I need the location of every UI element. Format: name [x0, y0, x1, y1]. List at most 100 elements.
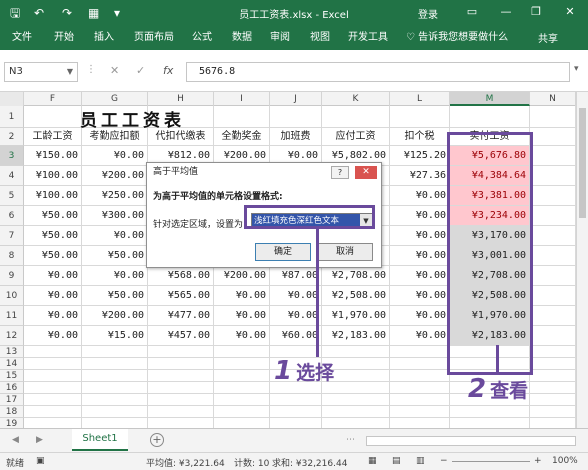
sheet-next-icon[interactable]: ▶ — [36, 435, 43, 445]
column-title-cell[interactable]: 应付工资 — [322, 128, 390, 146]
cell[interactable]: ¥2,508.00 — [322, 286, 390, 306]
column-title-cell[interactable]: 加班费 — [270, 128, 322, 146]
cell[interactable] — [530, 358, 576, 370]
cell[interactable] — [82, 394, 148, 406]
cell[interactable] — [530, 326, 576, 346]
cell[interactable] — [270, 406, 322, 418]
cell[interactable]: ¥0.00 — [82, 226, 148, 246]
cell[interactable]: ¥250.00 — [82, 186, 148, 206]
column-header-g[interactable]: G — [82, 92, 148, 106]
cell[interactable] — [214, 346, 270, 358]
cell[interactable] — [214, 406, 270, 418]
cell[interactable]: ¥150.00 — [24, 146, 82, 166]
cell[interactable] — [148, 394, 214, 406]
row-header-1[interactable]: 1 — [0, 106, 24, 128]
cell[interactable] — [82, 370, 148, 382]
cell[interactable]: ¥200.00 — [214, 266, 270, 286]
cell[interactable]: ¥200.00 — [82, 306, 148, 326]
cell[interactable]: ¥0.00 — [24, 326, 82, 346]
minimize-icon[interactable]: — — [496, 3, 516, 21]
cell[interactable]: ¥60.00 — [270, 326, 322, 346]
cell[interactable]: ¥0.00 — [214, 326, 270, 346]
row-header-2[interactable]: 2 — [0, 128, 24, 146]
cell[interactable]: ¥0.00 — [390, 326, 450, 346]
cell[interactable]: ¥2,708.00 — [322, 266, 390, 286]
cell[interactable]: ¥0.00 — [270, 306, 322, 326]
tab-developer[interactable]: 开发工具 — [348, 31, 388, 45]
cell[interactable] — [270, 106, 322, 128]
cell[interactable]: ¥0.00 — [390, 266, 450, 286]
vertical-scrollbar[interactable] — [576, 92, 588, 428]
row-header-16[interactable]: 16 — [0, 382, 24, 394]
row-header-14[interactable]: 14 — [0, 358, 24, 370]
cell[interactable] — [530, 186, 576, 206]
ok-button[interactable]: 确定 — [255, 243, 311, 261]
column-header-l[interactable]: L — [390, 92, 450, 106]
help-icon[interactable]: ? — [331, 166, 349, 179]
cell[interactable] — [530, 146, 576, 166]
cell[interactable] — [530, 206, 576, 226]
cell[interactable] — [390, 382, 450, 394]
cell[interactable]: ¥0.00 — [82, 266, 148, 286]
cell[interactable]: ¥0.00 — [214, 306, 270, 326]
cell[interactable] — [530, 406, 576, 418]
dialog-close-icon[interactable]: ✕ — [355, 166, 377, 179]
cell[interactable] — [24, 418, 82, 428]
cancel-button[interactable]: 取消 — [317, 243, 373, 261]
tab-insert[interactable]: 插入 — [94, 31, 114, 45]
row-header-5[interactable]: 5 — [0, 186, 24, 206]
cell[interactable]: ¥0.00 — [390, 186, 450, 206]
sheet-prev-icon[interactable]: ◀ — [12, 435, 19, 445]
sheet-tab-sheet1[interactable]: Sheet1 — [72, 429, 128, 451]
cell[interactable]: ¥50.00 — [24, 246, 82, 266]
login-link[interactable]: 登录 — [418, 6, 438, 21]
cell[interactable] — [270, 418, 322, 428]
cell[interactable]: ¥15.00 — [82, 326, 148, 346]
cell[interactable] — [148, 406, 214, 418]
row-header-8[interactable]: 8 — [0, 246, 24, 266]
row-header-7[interactable]: 7 — [0, 226, 24, 246]
cell[interactable] — [450, 106, 530, 128]
cell[interactable] — [530, 418, 576, 428]
macro-record-icon[interactable]: ▣ — [36, 456, 45, 466]
cell[interactable]: ¥300.00 — [82, 206, 148, 226]
tab-view[interactable]: 视图 — [310, 31, 330, 45]
scrollbar-thumb[interactable] — [579, 108, 586, 218]
horizontal-scrollbar[interactable] — [366, 436, 576, 446]
cell[interactable] — [24, 370, 82, 382]
cell[interactable]: ¥27.36 — [390, 166, 450, 186]
cell[interactable]: ¥477.00 — [148, 306, 214, 326]
formula-input[interactable]: 5676.8 — [186, 62, 570, 82]
cell[interactable] — [390, 418, 450, 428]
cell[interactable] — [390, 394, 450, 406]
column-title-cell[interactable]: 扣个税 — [390, 128, 450, 146]
tab-page-layout[interactable]: 页面布局 — [134, 31, 174, 45]
chevron-down-icon[interactable]: ▼ — [67, 63, 73, 81]
cell[interactable] — [24, 358, 82, 370]
cell[interactable]: ¥0.00 — [214, 286, 270, 306]
cell[interactable]: ¥50.00 — [24, 226, 82, 246]
confirm-entry-icon[interactable]: ✓ — [136, 64, 145, 77]
cell[interactable] — [322, 418, 390, 428]
cell[interactable]: ¥125.20 — [390, 146, 450, 166]
column-header-f[interactable]: F — [24, 92, 82, 106]
name-box[interactable]: N3 ▼ — [4, 62, 78, 82]
tab-home[interactable]: 开始 — [54, 31, 74, 45]
cell[interactable] — [24, 406, 82, 418]
tab-data[interactable]: 数据 — [232, 31, 252, 45]
cell[interactable] — [214, 382, 270, 394]
cell[interactable]: ¥0.00 — [390, 206, 450, 226]
cell[interactable] — [148, 358, 214, 370]
cell[interactable]: ¥0.00 — [24, 306, 82, 326]
row-header-12[interactable]: 12 — [0, 326, 24, 346]
cell[interactable] — [214, 394, 270, 406]
zoom-level[interactable]: 100% — [552, 456, 578, 466]
cell[interactable]: ¥0.00 — [82, 146, 148, 166]
cell[interactable] — [530, 266, 576, 286]
cell[interactable] — [148, 370, 214, 382]
tab-formulas[interactable]: 公式 — [192, 31, 212, 45]
cell[interactable]: ¥1,970.00 — [322, 306, 390, 326]
cell[interactable] — [214, 418, 270, 428]
cell[interactable] — [322, 394, 390, 406]
cell[interactable] — [390, 106, 450, 128]
